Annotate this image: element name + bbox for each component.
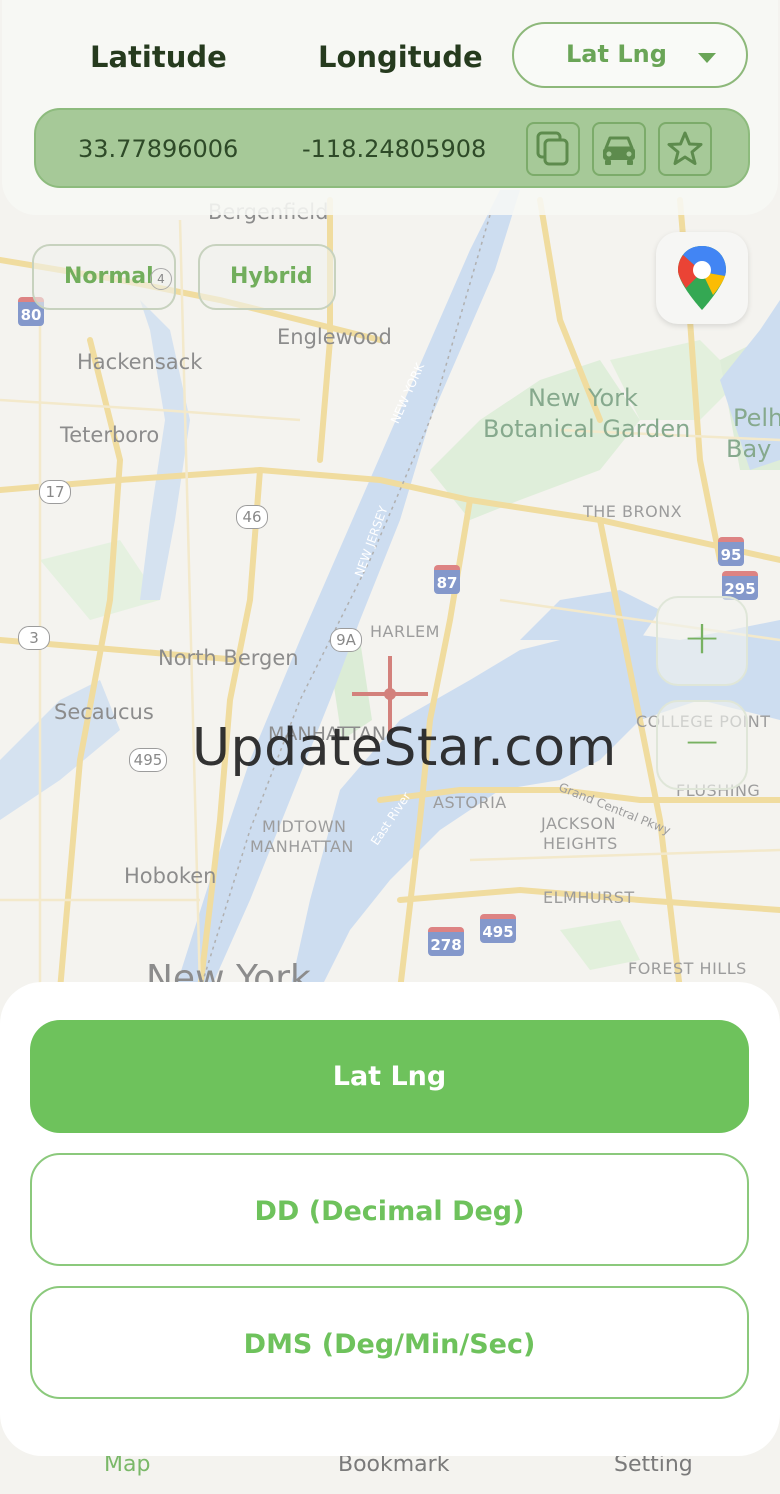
- car-icon: [603, 136, 635, 165]
- chevron-down-icon: [698, 53, 716, 63]
- latitude-label: Latitude: [80, 40, 237, 82]
- latitude-value: 33.77896006: [78, 135, 239, 163]
- map-type-badge: 4: [150, 268, 172, 290]
- format-option-dms[interactable]: DMS (Deg/Min/Sec): [30, 1286, 749, 1399]
- format-option-latlng[interactable]: Lat Lng: [30, 1020, 749, 1133]
- coordinate-panel: Latitude Longitude Lat Lng 33.77896006 -…: [2, 0, 778, 215]
- map-type-normal-button[interactable]: Normal 4: [32, 244, 176, 310]
- plus-icon: +: [682, 610, 722, 664]
- map-type-hybrid-button[interactable]: Hybrid: [198, 244, 336, 310]
- map-type-normal-label: Normal: [64, 264, 154, 289]
- minus-icon: −: [682, 714, 722, 768]
- format-option-dd[interactable]: DD (Decimal Deg): [30, 1153, 749, 1266]
- google-maps-pin-icon: [678, 246, 726, 310]
- navigate-button[interactable]: [592, 122, 646, 176]
- zoom-in-button[interactable]: +: [656, 596, 748, 686]
- star-icon: [667, 131, 703, 165]
- copy-button[interactable]: [526, 122, 580, 176]
- map-type-hybrid-label: Hybrid: [230, 264, 313, 289]
- format-dropdown[interactable]: Lat Lng: [512, 22, 748, 88]
- open-google-maps-button[interactable]: [656, 232, 748, 324]
- zoom-out-button[interactable]: −: [656, 700, 748, 790]
- coordinate-bar: 33.77896006 -118.24805908: [34, 108, 750, 188]
- bookmark-button[interactable]: [658, 122, 712, 176]
- watermark: UpdateStar.com: [192, 718, 617, 778]
- longitude-value: -118.24805908: [302, 135, 487, 163]
- format-dropdown-value: Lat Lng: [566, 40, 667, 68]
- longitude-label: Longitude: [308, 40, 493, 82]
- format-selection-sheet: Lat Lng DD (Decimal Deg) DMS (Deg/Min/Se…: [0, 982, 780, 1456]
- copy-icon: [536, 131, 569, 166]
